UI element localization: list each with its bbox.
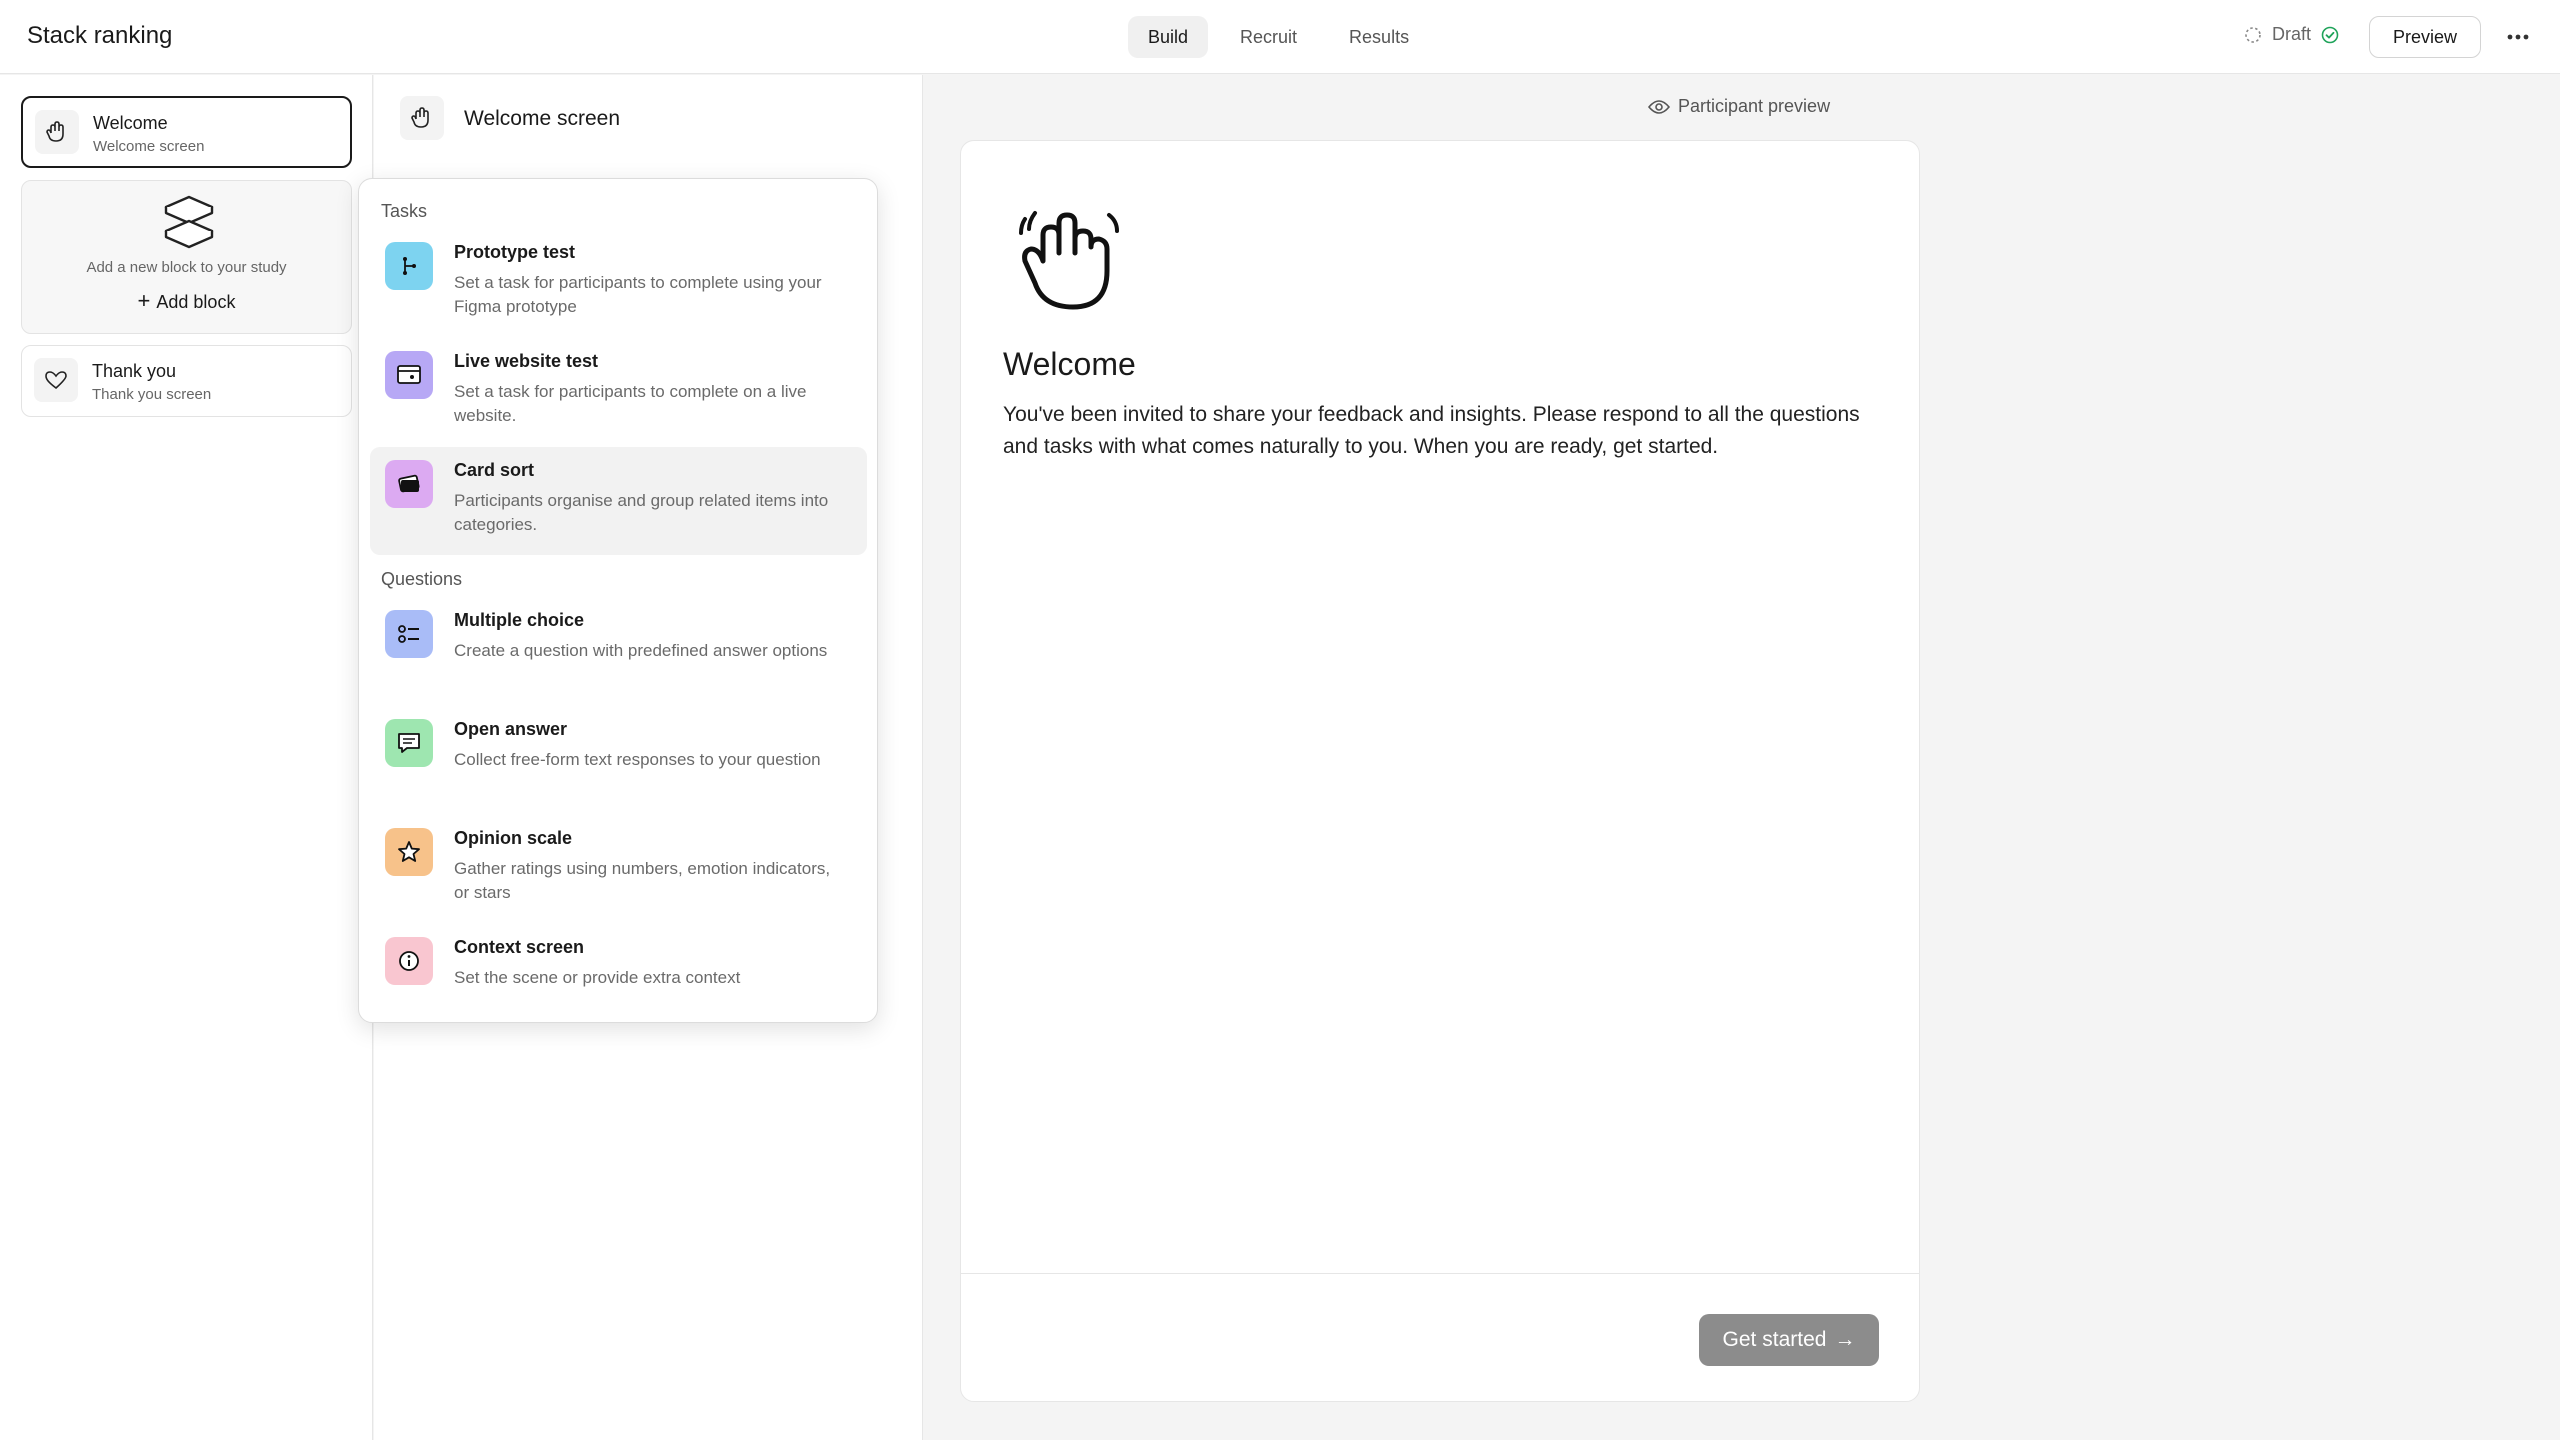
plus-icon: + [137, 288, 151, 313]
menu-item-title: Live website test [454, 351, 599, 371]
info-icon [385, 937, 433, 985]
stack-icon [162, 195, 216, 258]
block-title: Welcome [93, 113, 168, 133]
add-block-menu: Tasks Prototype test Set a task for part… [358, 178, 878, 1023]
menu-item-desc: Gather ratings using numbers, emotion in… [454, 859, 831, 902]
menu-item-desc: Create a question with predefined answer… [454, 641, 828, 660]
star-icon [385, 828, 433, 876]
preview-button[interactable]: Preview [2369, 16, 2481, 58]
participant-preview-label: Participant preview [1648, 96, 1830, 117]
draft-status-icon [2245, 26, 2261, 43]
menu-item-opinion-scale[interactable]: Opinion scale Gather ratings using numbe… [370, 815, 867, 923]
menu-item-context-screen[interactable]: Context screen Set the scene or provide … [370, 924, 867, 1004]
block-subtitle: Welcome screen [93, 138, 205, 155]
heart-hand-icon [34, 358, 78, 402]
eye-icon [1648, 99, 1670, 114]
menu-item-card-sort[interactable]: Card sort Participants organise and grou… [370, 447, 867, 555]
block-sidebar: Welcome Welcome screen Add a new block t… [0, 75, 373, 1440]
block-title: Thank you [92, 361, 177, 381]
get-started-label: Get started [1722, 1328, 1827, 1351]
top-bar: Stack ranking Build Recruit Results Draf… [0, 0, 2560, 74]
menu-item-title: Multiple choice [454, 610, 585, 630]
menu-item-multiple-choice[interactable]: Multiple choice Create a question with p… [370, 597, 867, 705]
list-icon [385, 610, 433, 658]
study-title[interactable]: Stack ranking [27, 22, 172, 50]
waving-hand-icon [400, 96, 444, 140]
arrow-right-icon: → [1834, 1328, 1856, 1351]
get-started-button[interactable]: Get started → [1699, 1314, 1879, 1366]
waving-hand-icon [35, 110, 79, 154]
menu-section-tasks: Tasks [381, 201, 428, 221]
add-block-button[interactable]: + Add block [22, 288, 351, 314]
block-welcome[interactable]: Welcome Welcome screen [21, 96, 352, 168]
menu-item-live-website-test[interactable]: Live website test Set a task for partici… [370, 338, 867, 446]
menu-item-desc: Set a task for participants to complete … [454, 382, 807, 425]
tab-results[interactable]: Results [1329, 16, 1429, 58]
preview-label-text: Participant preview [1678, 96, 1831, 116]
menu-item-desc: Set the scene or provide extra context [454, 968, 741, 987]
saved-check-icon [2321, 26, 2339, 43]
preview-body: You've been invited to share your feedba… [1003, 403, 1860, 458]
menu-item-title: Card sort [454, 460, 535, 480]
status-indicator: Draft [2244, 24, 2339, 45]
menu-section-questions: Questions [381, 569, 463, 589]
block-thank-you[interactable]: Thank you Thank you screen [21, 345, 352, 417]
menu-item-title: Context screen [454, 937, 585, 957]
menu-item-desc: Set a task for participants to complete … [454, 273, 822, 316]
menu-item-desc: Collect free-form text responses to your… [454, 750, 821, 769]
waving-hand-icon [1013, 199, 1133, 324]
add-block-label: Add block [156, 292, 236, 312]
menu-item-desc: Participants organise and group related … [454, 491, 829, 534]
block-subtitle: Thank you screen [92, 386, 212, 403]
menu-item-open-answer[interactable]: Open answer Collect free-form text respo… [370, 706, 867, 814]
more-options-icon[interactable] [2500, 22, 2536, 52]
prototype-icon [385, 242, 433, 290]
editor-title: Welcome screen [464, 107, 621, 130]
tab-build[interactable]: Build [1128, 16, 1209, 58]
browser-icon [385, 351, 433, 399]
add-block-hint: Add a new block to your study [86, 259, 287, 276]
preview-footer-divider [961, 1273, 1919, 1274]
cards-icon [385, 460, 433, 508]
participant-preview-card: Welcome You've been invited to share you… [960, 140, 1920, 1402]
preview-title: Welcome [1003, 346, 1136, 382]
status-text: Draft [2272, 24, 2312, 44]
main-tabs: Build Recruit Results [1128, 16, 1429, 58]
menu-item-prototype-test[interactable]: Prototype test Set a task for participan… [370, 229, 867, 337]
menu-item-title: Opinion scale [454, 828, 573, 848]
chat-icon [385, 719, 433, 767]
menu-item-title: Open answer [454, 719, 568, 739]
menu-item-title: Prototype test [454, 242, 576, 262]
add-block-card[interactable]: Add a new block to your study + Add block [21, 180, 352, 334]
tab-recruit[interactable]: Recruit [1220, 16, 1317, 58]
